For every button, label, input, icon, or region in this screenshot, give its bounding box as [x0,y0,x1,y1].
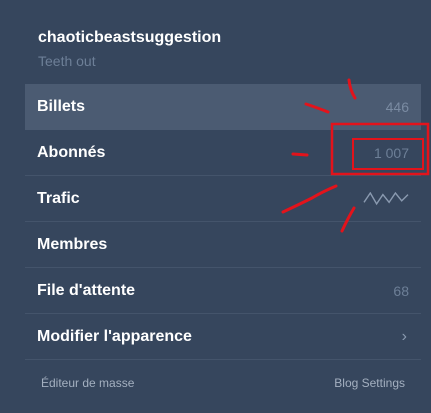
blog-name[interactable]: chaoticbeastsuggestion [38,28,221,48]
menu-item-label: Modifier l'apparence [37,328,192,345]
menu-item-label: Abonnés [37,144,106,161]
queue-count: 68 [393,283,409,299]
menu-item-file-attente[interactable]: File d'attente 68 [25,268,421,314]
chevron-right-icon: › [401,328,407,345]
traffic-sparkline-icon [363,192,409,206]
menu-item-trafic[interactable]: Trafic [25,176,421,222]
followers-count: 1 007 [373,145,409,161]
menu-item-billets[interactable]: Billets 446 [25,84,421,130]
menu-item-label: Membres [37,236,108,253]
sidebar-footer: Éditeur de masse Blog Settings [25,360,421,404]
blog-menu: Billets 446 Abonnés 1 007 Trafic Membres… [25,84,421,360]
menu-item-modifier-apparence[interactable]: Modifier l'apparence › [25,314,421,360]
posts-count: 446 [385,99,409,115]
blog-sidebar-panel: chaoticbeastsuggestion Teeth out Billets… [0,0,431,413]
menu-item-abonnes[interactable]: Abonnés 1 007 [25,130,421,176]
menu-item-label: File d'attente [37,282,136,299]
blog-settings-link[interactable]: Blog Settings [334,376,405,390]
mass-editor-link[interactable]: Éditeur de masse [41,376,134,390]
menu-item-label: Trafic [37,190,80,207]
blog-header[interactable]: chaoticbeastsuggestion Teeth out [38,28,221,69]
blog-subtitle: Teeth out [38,53,96,69]
menu-item-membres[interactable]: Membres [25,222,421,268]
menu-item-label: Billets [37,98,86,115]
